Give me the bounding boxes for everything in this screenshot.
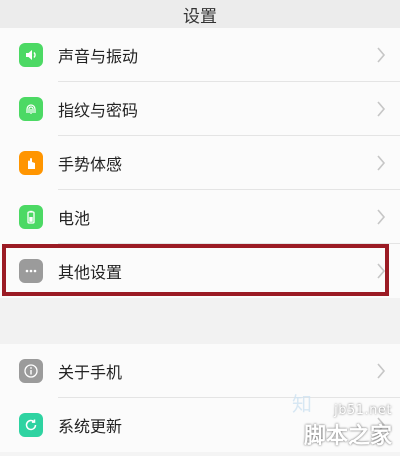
settings-item-other-settings[interactable]: 其他设置 <box>0 244 400 298</box>
chevron-right-icon <box>377 263 386 279</box>
settings-list: 声音与振动 指纹与密码 手势体感 电池 其他设置 <box>0 28 400 298</box>
settings-item-sound-vibration[interactable]: 声音与振动 <box>0 28 400 82</box>
chevron-right-icon <box>377 209 386 225</box>
page-title: 设置 <box>183 6 217 27</box>
settings-item-label: 其他设置 <box>58 263 123 282</box>
settings-item-gesture[interactable]: 手势体感 <box>0 136 400 190</box>
settings-item-label: 指纹与密码 <box>58 101 139 120</box>
fingerprint-icon <box>19 97 43 121</box>
chevron-right-icon <box>377 363 386 379</box>
section-gap <box>0 298 400 344</box>
more-dots-icon <box>19 259 43 283</box>
chevron-right-icon <box>377 101 386 117</box>
settings-item-label: 系统更新 <box>58 417 123 436</box>
settings-item-battery[interactable]: 电池 <box>0 190 400 244</box>
speaker-icon <box>19 43 43 67</box>
chevron-right-icon <box>377 47 386 63</box>
settings-item-label: 声音与振动 <box>58 47 139 66</box>
info-icon <box>19 359 43 383</box>
watermark-name: 脚本之家 <box>303 424 392 449</box>
settings-item-label: 关于手机 <box>58 363 123 382</box>
update-icon <box>19 413 43 437</box>
settings-item-label: 手势体感 <box>58 155 123 174</box>
settings-item-about-phone[interactable]: 关于手机 <box>0 344 400 398</box>
title-bar: 设置 <box>0 0 400 28</box>
settings-item-fingerprint-password[interactable]: 指纹与密码 <box>0 82 400 136</box>
hand-gesture-icon <box>19 151 43 175</box>
chevron-right-icon <box>377 155 386 171</box>
settings-item-label: 电池 <box>58 209 91 228</box>
watermark: jb51.net 脚本之家 <box>304 403 392 450</box>
watermark-url: jb51.net <box>334 403 392 418</box>
battery-icon <box>19 205 43 229</box>
